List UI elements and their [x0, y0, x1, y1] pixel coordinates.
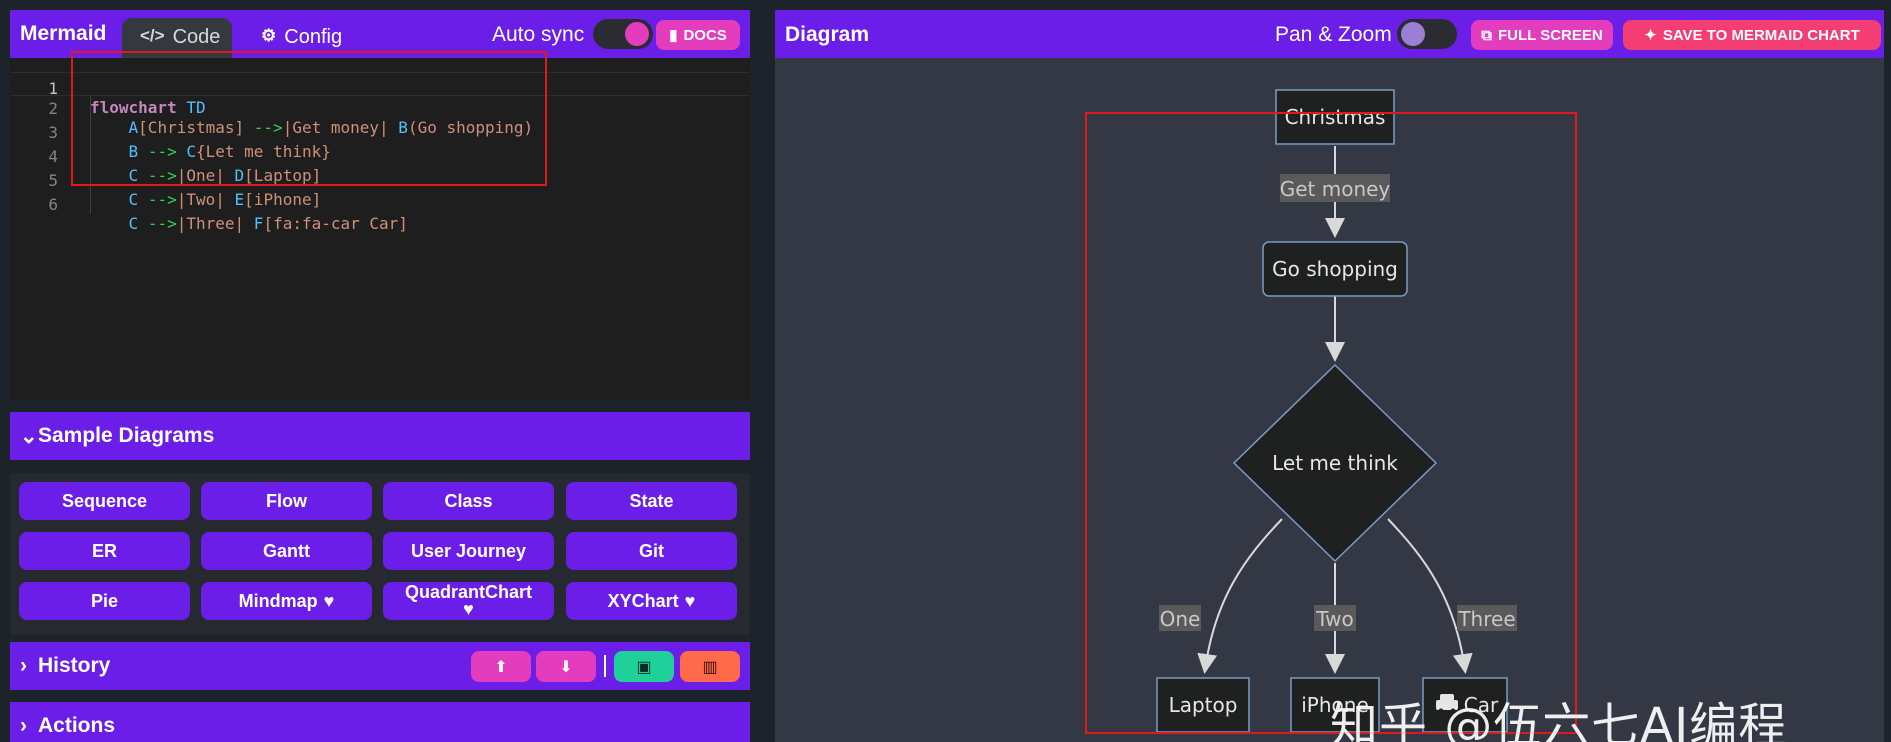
code-text: C -->|Three| F[fa:fa-car Car] [128, 214, 408, 233]
docs-label: DOCS [683, 26, 727, 44]
sample-diagrams-grid: Sequence Flow Class State ER Gantt User … [10, 473, 750, 635]
pan-zoom-label: Pan & Zoom [1275, 23, 1392, 46]
sample-quadrantchart-button[interactable]: QuadrantChart ♥ [383, 582, 554, 620]
save-to-mermaid-chart-button[interactable]: ✦ SAVE TO MERMAID CHART [1623, 20, 1881, 50]
full-screen-label: FULL SCREEN [1497, 26, 1603, 44]
docs-button[interactable]: ▮ DOCS [656, 20, 740, 50]
code-highlight-box [71, 51, 547, 186]
history-title: History [38, 654, 111, 677]
upload-button[interactable]: ⬆ [471, 651, 531, 682]
chevron-down-icon: ⌄ [20, 425, 38, 448]
sample-xychart-button[interactable]: XYChart ♥ [566, 582, 737, 620]
external-link-icon: ⧉ [1481, 26, 1492, 44]
trash-icon: ▥ [702, 658, 718, 676]
sample-diagrams-title: Sample Diagrams [38, 424, 215, 447]
sample-pie-button[interactable]: Pie [19, 582, 190, 620]
download-icon: ⬇ [559, 658, 573, 676]
chevron-right-icon: › [20, 714, 27, 737]
save-icon: ▣ [636, 658, 652, 676]
book-icon: ▮ [669, 27, 678, 44]
sample-class-button[interactable]: Class [383, 482, 554, 520]
sample-git-button[interactable]: Git [566, 532, 737, 570]
clear-history-button[interactable]: ▥ [680, 651, 740, 682]
diagram-highlight-box [1085, 112, 1577, 734]
mermaid-logo-icon: ✦ [1644, 27, 1657, 44]
download-button[interactable]: ⬇ [536, 651, 596, 682]
sample-mindmap-button[interactable]: Mindmap ♥ [201, 582, 372, 620]
actions-header[interactable]: › Actions [10, 702, 750, 742]
sample-state-button[interactable]: State [566, 482, 737, 520]
sample-flow-button[interactable]: Flow [201, 482, 372, 520]
heart-icon: ♥ [463, 599, 474, 619]
auto-sync-toggle[interactable] [593, 19, 653, 49]
diagram-canvas[interactable]: Get money One Two Three Christmas Go sho… [775, 58, 1884, 742]
full-screen-button[interactable]: ⧉ FULL SCREEN [1471, 20, 1613, 50]
heart-icon: ♥ [684, 590, 696, 611]
heart-icon: ♥ [323, 590, 335, 611]
toggle-knob [625, 22, 649, 46]
diagram-title: Diagram [785, 23, 870, 46]
sample-er-button[interactable]: ER [19, 532, 190, 570]
pan-zoom-toggle[interactable] [1397, 19, 1457, 49]
save-label: SAVE TO MERMAID CHART [1662, 26, 1860, 44]
sample-mindmap-label: Mindmap [238, 590, 318, 611]
sample-gantt-button[interactable]: Gantt [201, 532, 372, 570]
watermark: 知乎 @伍六七AI编程 [1330, 698, 1788, 742]
chevron-right-icon: › [20, 654, 27, 677]
sample-sequence-button[interactable]: Sequence [19, 482, 190, 520]
divider [604, 655, 606, 677]
line-number: 6 [48, 195, 58, 214]
diagram-panel: Diagram Pan & Zoom ⧉ FULL SCREEN ✦ SAVE … [775, 10, 1884, 742]
sample-xychart-label: XYChart [607, 590, 679, 611]
diagram-header: Diagram Pan & Zoom ⧉ FULL SCREEN ✦ SAVE … [775, 10, 1884, 58]
sample-diagrams-header[interactable]: ⌄ Sample Diagrams [10, 412, 750, 460]
upload-icon: ⬆ [494, 658, 508, 676]
save-history-button[interactable]: ▣ [614, 651, 674, 682]
actions-title: Actions [38, 714, 116, 737]
sample-user-journey-button[interactable]: User Journey [383, 532, 554, 570]
auto-sync-label: Auto sync [492, 23, 585, 46]
toggle-knob [1401, 22, 1425, 46]
app-title: Mermaid [20, 22, 107, 45]
